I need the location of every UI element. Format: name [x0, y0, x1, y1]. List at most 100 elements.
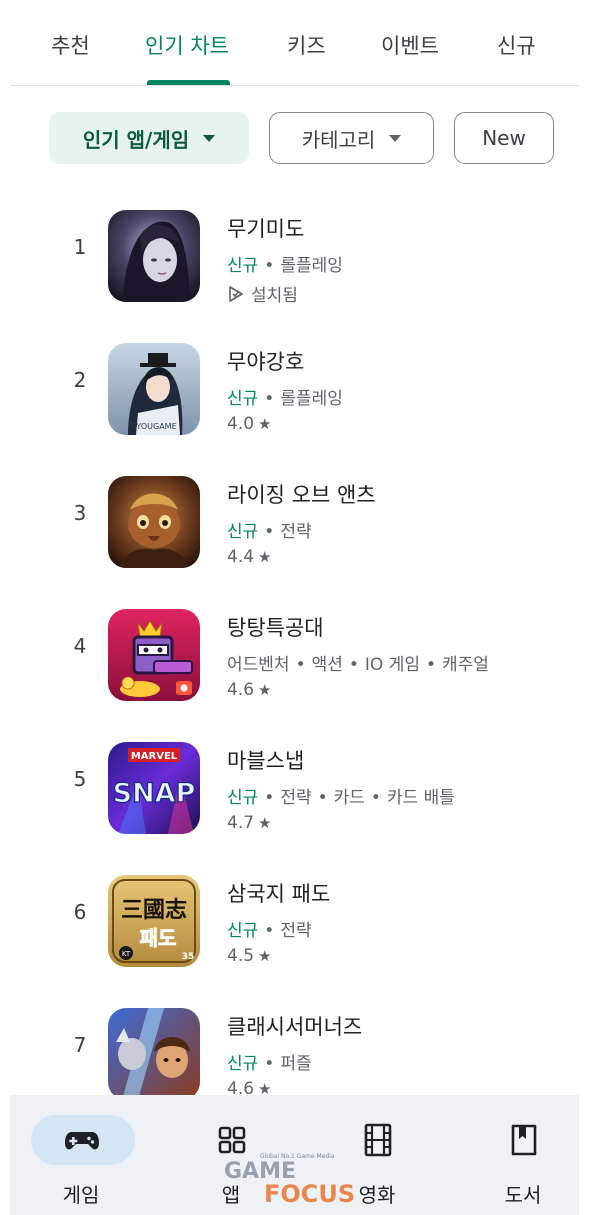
book-icon: [511, 1124, 537, 1156]
rating-value: 4.4: [227, 547, 255, 567]
rating: 4.4 ★: [227, 547, 272, 567]
tab-top-charts[interactable]: 인기 차트: [145, 30, 229, 60]
genre-tag: 전략: [280, 788, 312, 808]
app-name: 라이징 오브 앤츠: [227, 483, 376, 507]
app-row[interactable]: 4 탕탕특공대 어드벤처 • 액션 • IO 게임 • 캐주얼 4.6 ★: [0, 594, 589, 727]
app-row[interactable]: 3 라이징 오브 앤츠 신규 • 전략 4.4 ★: [0, 461, 589, 594]
film-icon: [364, 1123, 392, 1157]
paedo-logo: 패도: [140, 926, 177, 950]
chip-label: 카테고리: [301, 127, 376, 152]
game-icon[interactable]: [108, 609, 200, 701]
new-badge: 신규: [227, 1054, 259, 1074]
app-tags: 신규 • 롤플레잉: [227, 389, 343, 409]
app-name: 탕탕특공대: [227, 616, 324, 640]
genre-tag: 전략: [280, 921, 312, 941]
tab-kids[interactable]: 키즈: [287, 30, 326, 60]
svg-text:35: 35: [182, 952, 195, 962]
app-row[interactable]: 1 무기미도 신규 • 롤플레잉 설치됨: [0, 195, 589, 328]
genre-tag: 퍼즐: [280, 1054, 312, 1074]
genre-tag: 롤플레잉: [280, 256, 343, 276]
app-name: 마블스냅: [227, 749, 305, 773]
chip-label: 인기 앱/게임: [82, 127, 190, 152]
nav-label: 도서: [504, 1183, 542, 1207]
rating: 4.0 ★: [227, 414, 272, 434]
game-icon[interactable]: 三國志 패도 KT 35: [108, 875, 200, 967]
app-name: 무기미도: [227, 217, 305, 241]
app-name: 삼국지 패도: [227, 882, 331, 906]
tab-events[interactable]: 이벤트: [381, 30, 439, 60]
app-row[interactable]: 6 三國志 패도 KT 35 삼국지 패도 신규 • 전략 4.5 ★: [0, 860, 589, 993]
app-row[interactable]: 2 EYOUGAME 무야강호 신규 • 롤플레잉 4.0 ★: [0, 328, 589, 461]
game-icon[interactable]: [108, 1008, 200, 1095]
game-icon[interactable]: EYOUGAME: [108, 343, 200, 435]
game-icon[interactable]: [108, 476, 200, 568]
chip-new[interactable]: New: [454, 112, 554, 164]
marvel-logo: MARVEL: [131, 751, 178, 762]
app-list: 1 무기미도 신규 • 롤플레잉 설치됨 2 EYOUGAME 무야강호 신규 …: [0, 195, 589, 1095]
active-tab-indicator: [147, 80, 230, 85]
svg-text:KT: KT: [122, 950, 131, 958]
rating: 4.5 ★: [227, 946, 272, 966]
genre-tag: IO 게임: [364, 655, 420, 675]
new-badge: 신규: [227, 256, 259, 276]
new-badge: 신규: [227, 921, 259, 941]
star-icon: ★: [258, 814, 272, 832]
app-tags: 신규 • 전략: [227, 522, 312, 542]
star-icon: ★: [258, 947, 272, 965]
nav-games[interactable]: 게임: [10, 1095, 152, 1215]
app-name: 클래시서머너즈: [227, 1015, 363, 1039]
tab-recommended[interactable]: 추천: [51, 30, 90, 60]
rank-number: 5: [73, 767, 87, 791]
app-name: 무야강호: [227, 350, 305, 374]
app-tags: 신규 • 전략 • 카드 • 카드 배틀: [227, 788, 455, 808]
rating: 4.6 ★: [227, 1079, 272, 1095]
chip-popular-apps-games[interactable]: 인기 앱/게임: [49, 112, 249, 164]
new-badge: 신규: [227, 788, 259, 808]
star-icon: ★: [258, 681, 272, 699]
chip-category[interactable]: 카테고리: [269, 112, 434, 164]
rating-value: 4.6: [227, 680, 255, 700]
nav-label: 영화: [358, 1183, 396, 1207]
app-tags: 신규 • 퍼즐: [227, 1054, 312, 1074]
rank-number: 6: [73, 900, 87, 924]
nav-label: 앱: [221, 1183, 241, 1207]
rating-value: 4.7: [227, 813, 255, 833]
rating-value: 4.0: [227, 414, 255, 434]
chip-label: New: [482, 126, 526, 150]
genre-tag: 카드 배틀: [386, 788, 455, 808]
nav-books[interactable]: 도서: [452, 1095, 589, 1215]
rating: 4.7 ★: [227, 813, 272, 833]
genre-tag: 액션: [311, 655, 343, 675]
nav-label: 게임: [62, 1183, 100, 1207]
installed-label: 설치됨: [251, 286, 298, 306]
app-row[interactable]: 7 클래시서머너즈 신규 • 퍼즐 4.6 ★: [0, 993, 589, 1095]
game-icon[interactable]: [108, 210, 200, 302]
chevron-down-icon: [389, 134, 402, 142]
genre-tag: 어드벤처: [227, 655, 290, 675]
app-tags: 신규 • 롤플레잉: [227, 256, 343, 276]
rank-number: 1: [73, 235, 87, 259]
app-tags: 신규 • 전략: [227, 921, 312, 941]
app-tags: 어드벤처 • 액션 • IO 게임 • 캐주얼: [227, 655, 489, 675]
eyougame-logo: EYOUGAME: [131, 422, 176, 431]
rating-value: 4.5: [227, 946, 255, 966]
three-kingdoms-logo: 三國志: [121, 897, 187, 923]
star-icon: ★: [258, 1080, 272, 1095]
nav-movies[interactable]: 영화: [306, 1095, 448, 1215]
new-badge: 신규: [227, 389, 259, 409]
tab-new[interactable]: 신규: [497, 30, 536, 60]
snap-logo: SNAP: [113, 778, 196, 809]
bottom-navigation: 게임 앱 영화 도서: [10, 1095, 579, 1215]
gamepad-icon: [65, 1132, 99, 1150]
install-status: 설치됨: [227, 281, 298, 306]
star-icon: ★: [258, 548, 272, 566]
genre-tag: 전략: [280, 522, 312, 542]
rank-number: 4: [73, 634, 87, 658]
chevron-down-icon: [203, 134, 216, 142]
game-icon[interactable]: MARVEL SNAP: [108, 742, 200, 834]
rank-number: 2: [73, 368, 87, 392]
app-row[interactable]: 5 MARVEL SNAP 마블스냅 신규 • 전략 • 카드 • 카드 배틀 4.7 ★: [0, 727, 589, 860]
nav-apps[interactable]: 앱: [160, 1095, 302, 1215]
rating-value: 4.6: [227, 1079, 255, 1095]
rank-number: 7: [73, 1033, 87, 1057]
